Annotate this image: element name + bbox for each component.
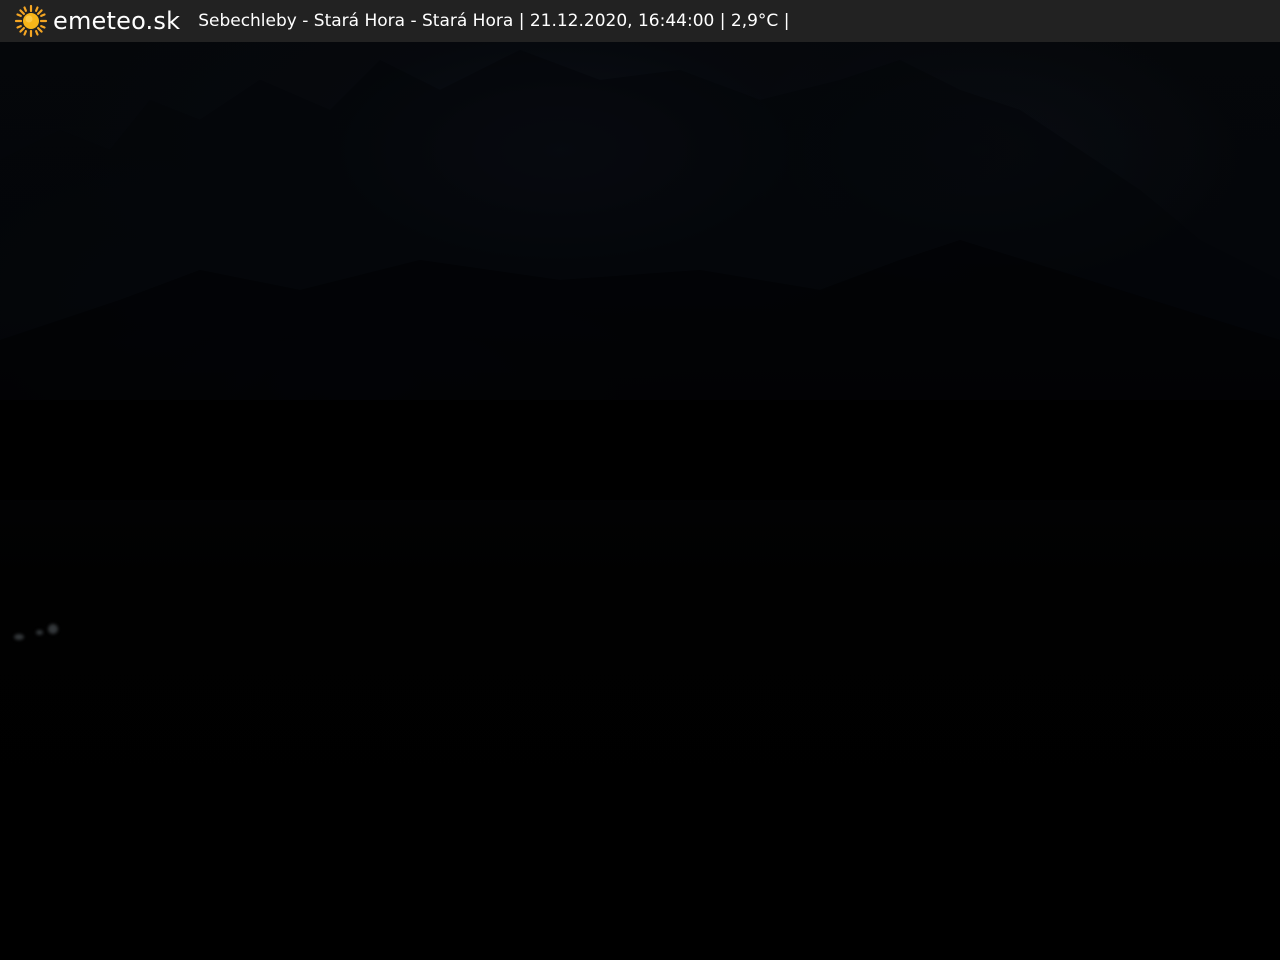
treeline-silhouette — [0, 50, 1280, 500]
brand-name: emeteo.sk — [53, 7, 181, 35]
separator: | — [783, 11, 790, 31]
caption-bar: emeteo.sk Sebechleby - Stará Hora - Star… — [0, 0, 1280, 42]
temperature: 2,9°C — [730, 11, 779, 31]
distant-light — [48, 624, 58, 634]
separator: | — [719, 11, 726, 31]
webcam-caption: Sebechleby - Stará Hora - Stará Hora | 2… — [198, 11, 789, 31]
distant-light — [36, 630, 43, 635]
webcam-viewport: emeteo.sk Sebechleby - Stará Hora - Star… — [0, 0, 1280, 960]
distant-light — [14, 634, 24, 640]
emeteo-logo[interactable]: emeteo.sk — [14, 0, 180, 42]
webcam-image — [0, 0, 1280, 960]
sun-icon — [14, 4, 48, 38]
separator: | — [518, 11, 525, 31]
timestamp: 21.12.2020, 16:44:00 — [529, 11, 715, 31]
location-name: Sebechleby - Stará Hora - Stará Hora — [198, 11, 514, 31]
